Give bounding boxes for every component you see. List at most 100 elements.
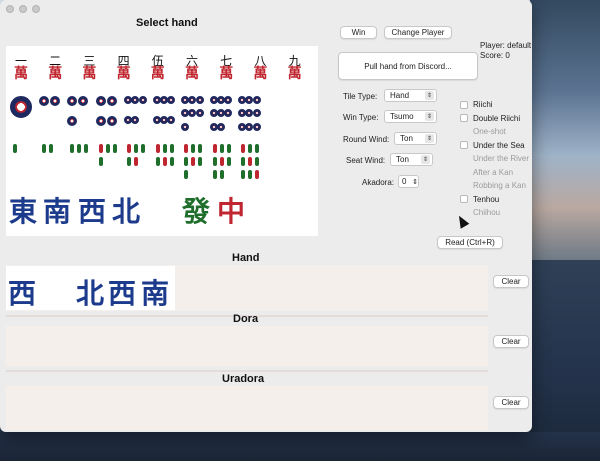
zoom-window-icon[interactable] [32,5,40,13]
bamboo-icon [248,144,252,153]
dora-clear-button[interactable]: Clear [493,335,529,348]
tile-man-2[interactable]: 二萬 [42,50,68,86]
tile-suit: 萬 [14,66,28,82]
checkbox-label: Robbing a Kan [473,181,526,190]
tile-sou-8[interactable] [208,141,234,185]
circle-icon [195,109,204,118]
checkbox-under-the-sea[interactable]: Under the Sea [460,141,525,150]
checkbox-one-shot: One-shot [460,127,506,136]
player-name: Player: default [480,41,532,50]
uradora-clear-button[interactable]: Clear [493,396,529,409]
tile-type-select[interactable]: Hand ⇕ [384,89,437,102]
checkbox-label: Riichi [473,100,493,109]
round-wind-select[interactable]: Ton ⇕ [394,132,437,145]
pull-hand-discord-button[interactable]: Pull hand from Discord... [338,52,478,80]
tile-east[interactable]: 東 [8,192,38,228]
win-type-select[interactable]: Tsumo ⇕ [384,110,437,123]
bamboo-icon [77,144,81,153]
hand-clear-button[interactable]: Clear [493,275,529,288]
tile-pin-7[interactable] [179,94,205,138]
checkbox-box[interactable] [460,141,468,149]
checkbox-riichi[interactable]: Riichi [460,100,493,109]
bamboo-icon [98,157,103,166]
tile-red-dragon[interactable]: 中 [216,192,246,228]
checkbox-label: Chiihou [473,208,501,217]
app-window: Select hand 一萬二萬三萬四萬伍萬六萬七萬八萬九萬 東 南 西 北 發… [0,0,532,432]
tile-pin-3[interactable] [65,94,91,138]
tile-south[interactable]: 南 [42,192,72,228]
tile-sou-6[interactable] [151,141,177,185]
read-button[interactable]: Read (Ctrl+R) [437,236,503,249]
bamboo-icon [241,170,245,179]
hand-tile-west[interactable]: 西 [108,272,136,312]
tile-pin-6[interactable] [151,94,177,138]
uradora-panel[interactable] [6,386,488,430]
circle-icon [95,116,106,126]
bamboo-icon [134,144,138,153]
tile-sou-1[interactable] [8,141,34,185]
bamboo-icon [169,144,174,153]
checkbox-robbing-a-kan: Robbing a Kan [460,181,526,190]
checkbox-label: Tenhou [473,194,500,204]
tile-sou-9[interactable] [236,141,262,185]
tile-pin-2[interactable] [37,94,63,138]
tile-white-dragon[interactable] [146,192,176,228]
checkbox-after-a-kan: After a Kan [460,168,513,177]
close-window-icon[interactable] [6,5,14,13]
akadora-stepper[interactable]: 0 ⇕ [398,175,419,188]
tile-pin-5[interactable] [122,94,148,138]
minimize-window-icon[interactable] [19,5,27,13]
tile-sou-3[interactable] [65,141,91,185]
tile-sou-5[interactable] [122,141,148,185]
win-button[interactable]: Win [340,26,377,39]
tile-palette: 一萬二萬三萬四萬伍萬六萬七萬八萬九萬 東 南 西 北 發 中 [6,46,318,236]
tile-green-dragon[interactable]: 發 [181,192,211,228]
checkbox-under-the-river: Under the River [460,154,529,163]
tile-man-8[interactable]: 八萬 [247,50,273,86]
tile-pin-1[interactable] [8,94,34,138]
tile-west[interactable]: 西 [77,192,107,228]
tile-man-5[interactable]: 伍萬 [145,50,171,86]
bamboo-icon [155,144,160,153]
bamboo-icon [105,144,110,153]
tile-pin-4[interactable] [94,94,120,138]
tile-type-value: Hand [390,91,410,100]
hand-tile-north[interactable]: 北 [76,272,104,312]
tile-sou-4[interactable] [94,141,120,185]
seat-wind-select[interactable]: Ton ⇕ [390,153,433,166]
tile-man-1[interactable]: 一萬 [8,50,34,86]
circle-icon [252,122,261,131]
checkbox-box[interactable] [460,100,468,109]
circle-icon [138,96,147,104]
tile-man-9[interactable]: 九萬 [282,50,308,86]
tile-pin-9[interactable] [236,94,262,138]
bamboo-icon [226,144,231,153]
circle-icon [167,116,176,124]
dora-panel[interactable] [6,326,488,366]
circle-icon [252,96,261,104]
circle-icon [38,96,49,106]
hand-tile-south[interactable]: 南 [141,272,169,312]
bamboo-icon [191,144,195,153]
dora-title: Dora [233,313,259,325]
checkbox-box[interactable] [460,195,468,203]
change-player-button[interactable]: Change Player [384,26,452,39]
bamboo-icon [219,157,224,166]
tile-man-4[interactable]: 四萬 [111,50,137,86]
checkbox-tenhou[interactable]: Tenhou [460,195,499,204]
bamboo-icon [162,157,167,166]
round-wind-label: Round Wind: [343,135,390,144]
tile-pin-8[interactable] [208,94,234,138]
circle-icon [224,109,233,118]
tile-north[interactable]: 北 [111,192,141,228]
tile-man-3[interactable]: 三萬 [76,50,102,86]
tile-man-6[interactable]: 六萬 [179,50,205,86]
circle-icon [252,109,261,118]
tile-sou-2[interactable] [37,141,63,185]
tile-man-7[interactable]: 七萬 [213,50,239,86]
hand-tile-west[interactable]: 西 [8,272,36,312]
checkbox-box[interactable] [460,114,468,122]
tile-sou-7[interactable] [179,141,205,185]
bamboo-icon [255,170,259,179]
checkbox-double-riichi[interactable]: Double Riichi [460,114,520,123]
